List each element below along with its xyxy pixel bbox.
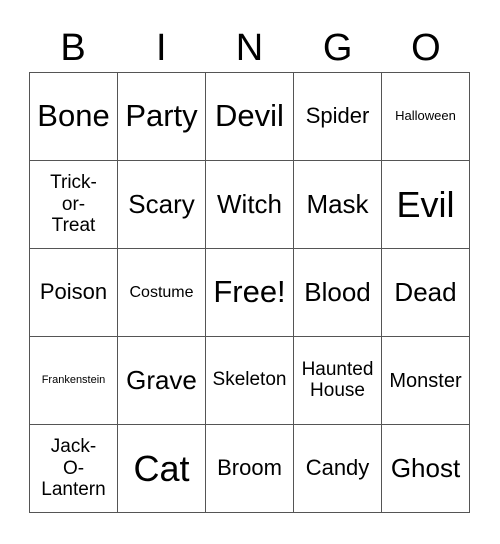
header-letter-i: I	[156, 27, 167, 69]
cell-text: Candy	[305, 455, 370, 481]
bingo-cell[interactable]: Jack- O- Lantern	[30, 425, 118, 513]
cell-text: Broom	[217, 455, 282, 481]
cell-text: Bone	[37, 98, 110, 134]
cell-text: Dead	[394, 277, 457, 308]
header-letter-n: N	[235, 27, 264, 69]
cell-text-line: Jack-	[50, 435, 97, 457]
bingo-cell[interactable]: Halloween	[382, 73, 470, 161]
header-letter-b: B	[60, 27, 86, 69]
cell-text: Spider	[305, 103, 370, 129]
cell-text: Devil	[215, 98, 284, 134]
cell-text: Grave	[126, 365, 197, 396]
cell-text-line: Lantern	[41, 479, 106, 501]
cell-text: Frankenstein	[41, 374, 106, 387]
cell-text: Blood	[304, 277, 371, 308]
bingo-cell[interactable]: Blood	[294, 249, 382, 337]
free-space-cell[interactable]: Free!	[206, 249, 294, 337]
cell-text: Witch	[217, 189, 282, 220]
bingo-cell[interactable]: Witch	[206, 161, 294, 249]
cell-text: Poison	[39, 279, 108, 305]
cell-text: Party	[125, 98, 198, 134]
bingo-cell[interactable]: Spider	[294, 73, 382, 161]
header-letter-g: G	[322, 27, 353, 69]
bingo-cell[interactable]: Costume	[118, 249, 206, 337]
bingo-cell[interactable]: Ghost	[382, 425, 470, 513]
bingo-cell[interactable]: Poison	[30, 249, 118, 337]
bingo-cell[interactable]: Cat	[118, 425, 206, 513]
cell-text-line: O-	[62, 457, 85, 479]
bingo-cell[interactable]: Mask	[294, 161, 382, 249]
cell-text: Evil	[396, 183, 455, 225]
bingo-cell[interactable]: Frankenstein	[30, 337, 118, 425]
bingo-cell[interactable]: Evil	[382, 161, 470, 249]
bingo-cell[interactable]: Trick- or- Treat	[30, 161, 118, 249]
bingo-cell[interactable]: Scary	[118, 161, 206, 249]
bingo-cell[interactable]: Haunted House	[294, 337, 382, 425]
bingo-cell[interactable]: Bone	[30, 73, 118, 161]
cell-text-line: House	[310, 379, 365, 401]
bingo-header: B I N G O	[29, 24, 470, 72]
bingo-cell[interactable]: Devil	[206, 73, 294, 161]
bingo-grid: Bone Party Devil Spider Halloween Trick-…	[29, 72, 470, 513]
bingo-cell[interactable]: Broom	[206, 425, 294, 513]
cell-text: Monster	[389, 369, 462, 392]
bingo-cell[interactable]: Monster	[382, 337, 470, 425]
cell-text-line: Trick-	[50, 171, 97, 193]
cell-text: Scary	[128, 189, 195, 220]
cell-text: Skeleton	[212, 369, 287, 391]
bingo-cell[interactable]: Party	[118, 73, 206, 161]
cell-text: Ghost	[390, 453, 461, 484]
bingo-cell[interactable]: Candy	[294, 425, 382, 513]
bingo-cell[interactable]: Grave	[118, 337, 206, 425]
header-letter-o: O	[411, 27, 441, 69]
bingo-cell[interactable]: Skeleton	[206, 337, 294, 425]
free-space-text: Free!	[213, 274, 286, 310]
cell-text: Cat	[133, 447, 190, 489]
bingo-cell[interactable]: Dead	[382, 249, 470, 337]
cell-text: Mask	[306, 189, 369, 220]
cell-text-line: Haunted	[301, 358, 374, 380]
cell-text: Costume	[129, 283, 194, 301]
cell-text: Halloween	[395, 108, 456, 124]
cell-text-line: or-	[61, 193, 86, 215]
cell-text-line: Treat	[51, 215, 96, 237]
